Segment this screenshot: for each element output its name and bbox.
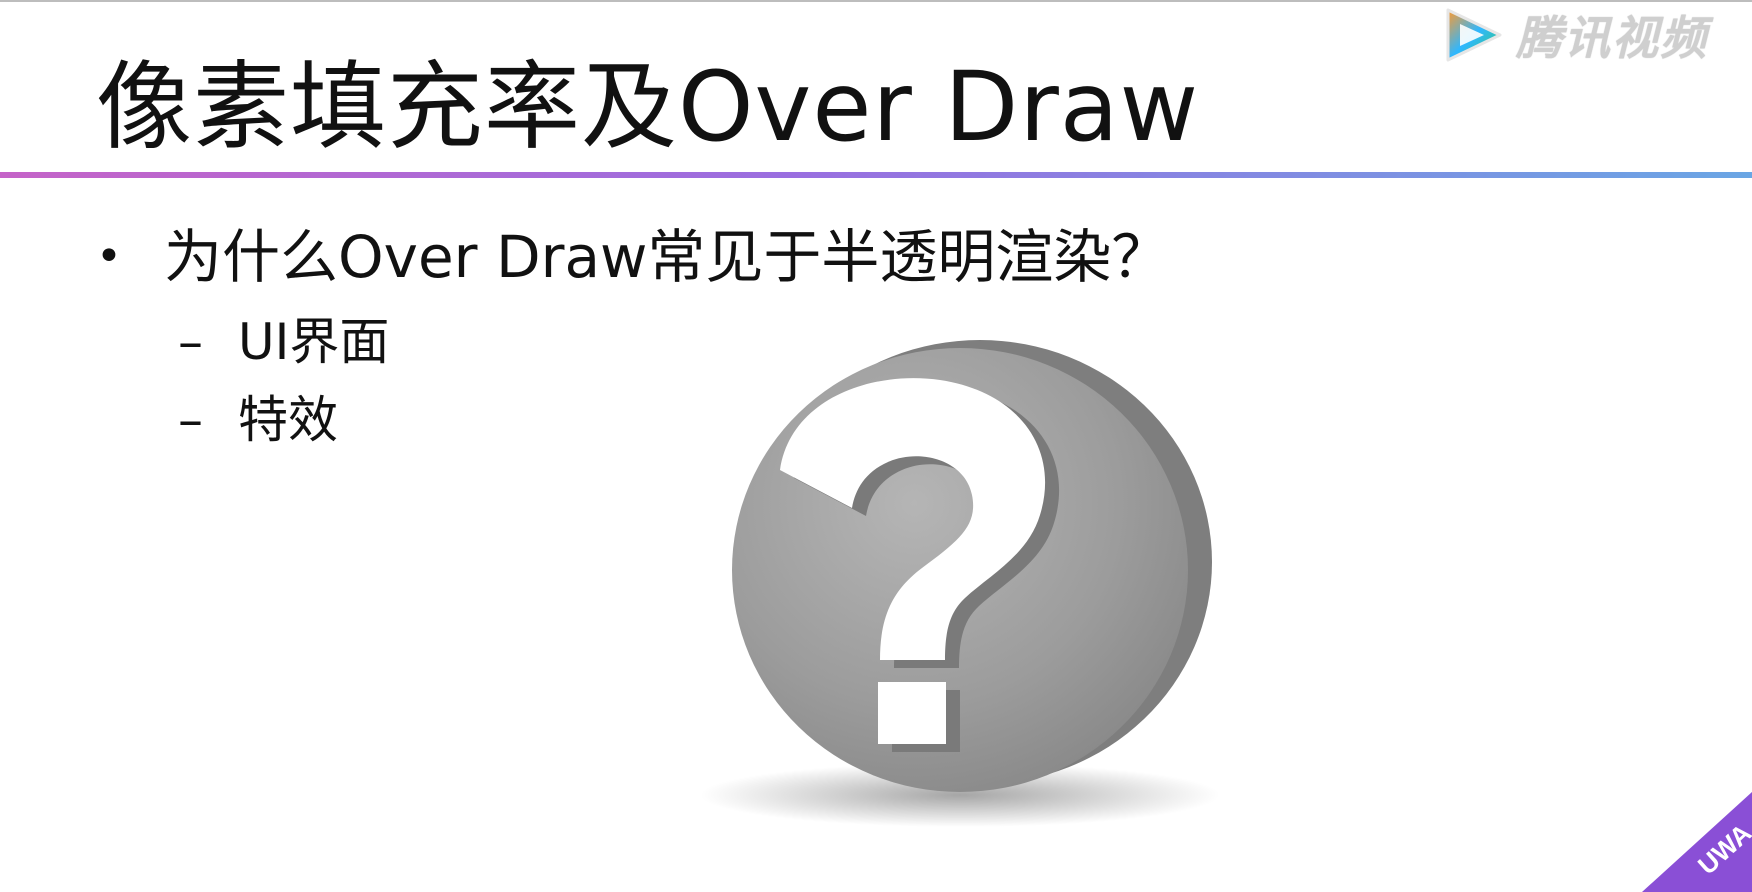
sub-item-marker: –: [178, 391, 203, 449]
uwa-corner-badge: UWA: [1642, 792, 1752, 892]
tencent-video-watermark: 腾讯视频: [1442, 6, 1708, 65]
title-underline: [0, 172, 1752, 178]
sub-item-ui: – UI界面: [178, 312, 389, 372]
top-border: [0, 0, 1752, 2]
bullet-item: • 为什么Over Draw常见于半透明渲染？: [96, 222, 1169, 292]
play-triangle-icon: [1446, 8, 1502, 62]
sub-item-text: 特效: [238, 391, 338, 449]
slide: 像素填充率及Over Draw • 为什么Over Draw常见于半透明渲染？ –…: [0, 0, 1752, 892]
sub-item-marker: –: [178, 313, 203, 371]
sub-item-effects: – 特效: [178, 390, 338, 450]
slide-title: 像素填充率及Over Draw: [96, 51, 1200, 163]
sub-item-text: UI界面: [238, 313, 390, 371]
question-mark-icon: [700, 340, 1220, 827]
watermark-brand-text: 腾讯视频: [1516, 11, 1708, 65]
bullet-text: 为什么Over Draw常见于半透明渲染？: [164, 223, 1170, 291]
bullet-marker: •: [96, 231, 122, 282]
